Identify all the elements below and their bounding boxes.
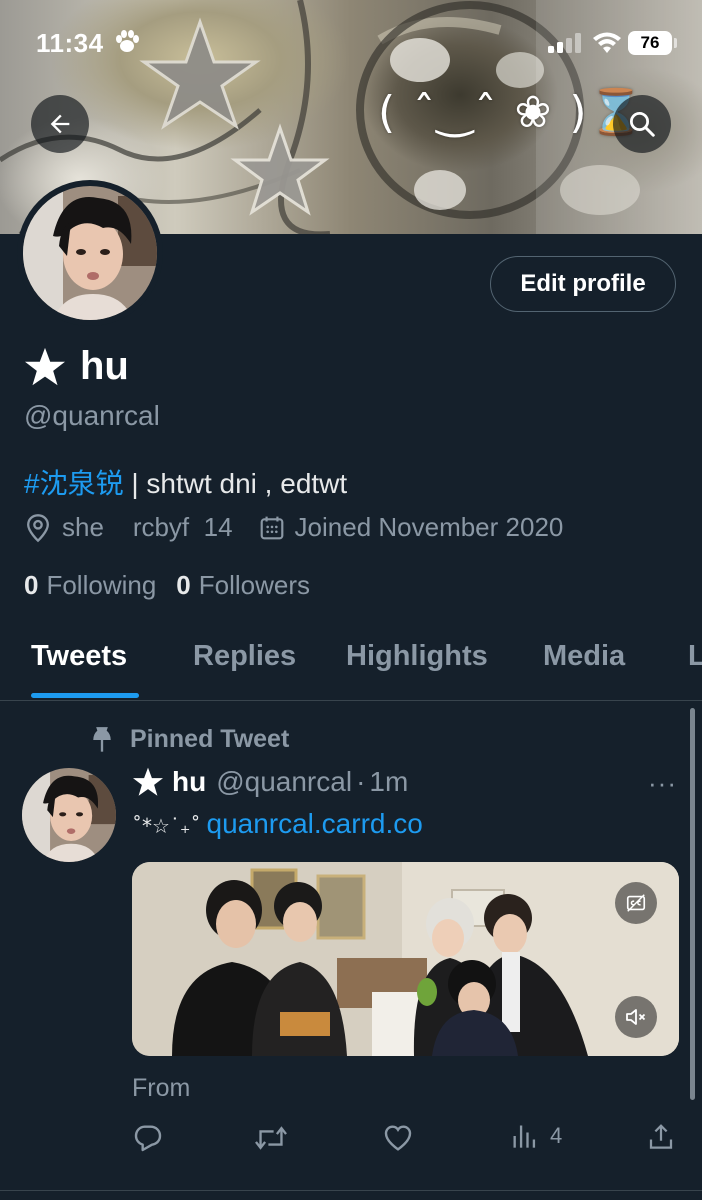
followers-link[interactable]: 0 Followers <box>176 570 310 601</box>
bio-text: | shtwt dni , edtwt <box>123 468 348 499</box>
battery-tip <box>674 38 677 48</box>
location-item: she rcbyf 14 <box>24 512 233 543</box>
tab-highlights[interactable]: Highlights <box>346 640 488 673</box>
retweet-button[interactable] <box>254 1122 288 1154</box>
profile-name-text: hu <box>80 344 129 388</box>
status-time: 11:34 <box>36 28 104 58</box>
battery-indicator: 76 <box>628 31 672 55</box>
tweet-timestamp[interactable]: 1m <box>369 766 408 798</box>
location-text: she rcbyf 14 <box>62 512 233 542</box>
following-link[interactable]: 0 Following <box>24 570 156 601</box>
edit-profile-button[interactable]: Edit profile <box>490 256 676 312</box>
follow-stats: 0 Following 0 Followers <box>24 570 310 601</box>
pinned-tweet-label: Pinned Tweet <box>90 725 289 754</box>
following-count: 0 <box>24 570 39 600</box>
scrollbar[interactable] <box>690 708 695 1100</box>
tabs-divider <box>0 700 702 701</box>
tweet-video[interactable] <box>132 862 679 1056</box>
cellular-signal-icon <box>548 33 581 53</box>
tweet-symbols: ˚*☆˙₊˚ <box>132 814 201 838</box>
video-frame <box>132 862 679 1056</box>
tweet-text: ˚*☆˙₊˚ quanrcal.carrd.co <box>132 808 423 840</box>
tweet-header: hu @quanrcal · 1m <box>132 766 408 798</box>
search-icon <box>630 112 655 137</box>
tweet-actions: 4 <box>132 1122 678 1162</box>
pinned-text: Pinned Tweet <box>130 725 290 753</box>
more-options-icon[interactable]: ··· <box>648 768 677 799</box>
followers-count: 0 <box>176 570 191 600</box>
captions-icon <box>626 894 646 912</box>
avatar-photo <box>23 186 157 320</box>
heart-icon <box>384 1125 412 1151</box>
video-source-label: From <box>132 1074 191 1102</box>
star-icon <box>133 767 163 796</box>
profile-tabs: Tweets Replies Highlights Media L <box>0 630 702 700</box>
retweet-icon <box>255 1126 287 1150</box>
arrow-left-icon <box>50 114 70 134</box>
tab-media[interactable]: Media <box>543 640 625 673</box>
joined-item: Joined November 2020 <box>259 512 564 543</box>
location-pin-icon <box>27 513 49 542</box>
profile-bio: #沈泉锐 | shtwt dni , edtwt <box>24 462 347 502</box>
tab-likes[interactable]: L <box>688 640 702 673</box>
profile-display-name: hu <box>24 344 129 389</box>
tab-tweets[interactable]: Tweets <box>31 640 127 673</box>
profile-meta: she rcbyf 14 Joined November 2020 <box>24 512 563 543</box>
bio-hashtag[interactable]: #沈泉锐 <box>24 468 124 499</box>
tweet-separator: · <box>356 766 366 797</box>
profile-avatar[interactable] <box>17 180 163 326</box>
tab-replies[interactable]: Replies <box>193 640 296 673</box>
profile-handle: @quanrcal <box>24 400 160 431</box>
reply-button[interactable] <box>132 1122 164 1154</box>
views-button[interactable]: 4 <box>510 1122 562 1150</box>
captions-button[interactable] <box>615 882 657 924</box>
views-count: 4 <box>550 1123 563 1148</box>
search-button[interactable] <box>613 95 671 153</box>
star-icon <box>25 347 65 385</box>
tweet-author-name[interactable]: hu <box>172 766 206 798</box>
following-label: Following <box>46 570 157 600</box>
active-tab-indicator <box>31 693 139 698</box>
back-button[interactable] <box>31 95 89 153</box>
reply-icon <box>134 1125 162 1152</box>
tweet-author-handle[interactable]: @quanrcal <box>216 766 352 798</box>
wifi-icon <box>593 32 621 53</box>
tweet-avatar[interactable] <box>22 768 116 862</box>
profile-screen: ( ˆ‿ˆ ❀ )⌛ 11:34 76 Edit profile hu @qua… <box>0 0 702 1200</box>
calendar-icon <box>260 516 283 539</box>
tweet-link[interactable]: quanrcal.carrd.co <box>207 808 423 839</box>
pin-icon <box>93 726 111 752</box>
mute-icon <box>626 1009 646 1025</box>
followers-label: Followers <box>198 570 311 600</box>
views-icon <box>513 1125 536 1148</box>
paw-icon <box>116 30 139 52</box>
joined-date: Joined November 2020 <box>294 512 564 542</box>
mute-button[interactable] <box>615 996 657 1038</box>
banner-kaomoji: ( ˆ‿ˆ ❀ )⌛ <box>378 87 646 138</box>
share-icon <box>649 1124 673 1149</box>
tweet-divider <box>0 1190 702 1191</box>
like-button[interactable] <box>382 1122 414 1154</box>
share-button[interactable] <box>646 1122 676 1152</box>
